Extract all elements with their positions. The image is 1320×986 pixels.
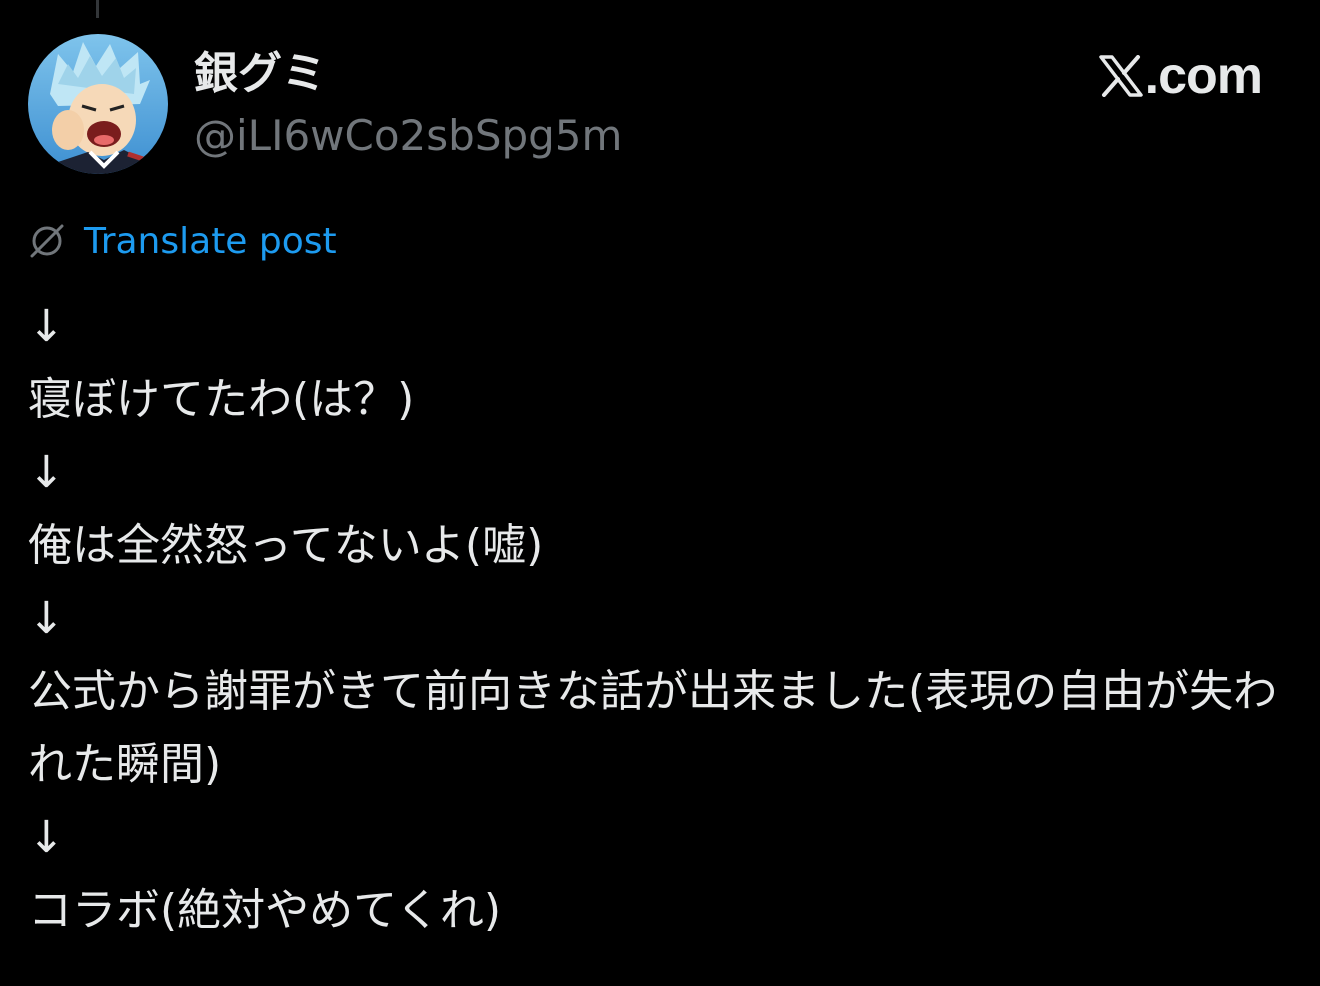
x-logo-icon: [1098, 55, 1143, 97]
author-handle[interactable]: @iLI6wCo2sbSpg5m: [194, 108, 622, 164]
avatar-image: [28, 34, 168, 174]
x-com-watermark: .com: [1098, 46, 1263, 106]
post-line-arrow: ↓: [28, 593, 65, 644]
post-line-arrow: ↓: [28, 301, 65, 352]
globe-slash-icon: [30, 224, 64, 258]
post-line: 寝ぼけてたわ(は？): [28, 374, 415, 425]
post-line: コラボ(絶対やめてくれ): [28, 885, 502, 936]
translate-post-row[interactable]: Translate post: [28, 216, 337, 266]
post-text: ↓ 寝ぼけてたわ(は？) ↓ 俺は全然怒ってないよ(嘘) ↓ 公式から謝罪がきて…: [28, 290, 1298, 947]
author-display-name[interactable]: 銀グミ: [194, 46, 326, 102]
thread-connector-line: [96, 0, 99, 18]
brand-domain-text: .com: [1144, 47, 1263, 105]
post-line-arrow: ↓: [28, 812, 65, 863]
post-line: 公式から謝罪がきて前向きな話が出来ました(表現の自由が失われた瞬間): [28, 666, 1278, 790]
post-line: 俺は全然怒ってないよ(嘘): [28, 520, 544, 571]
post-line-arrow: ↓: [28, 447, 65, 498]
avatar[interactable]: [28, 34, 168, 174]
translate-post-link[interactable]: Translate post: [84, 221, 337, 262]
